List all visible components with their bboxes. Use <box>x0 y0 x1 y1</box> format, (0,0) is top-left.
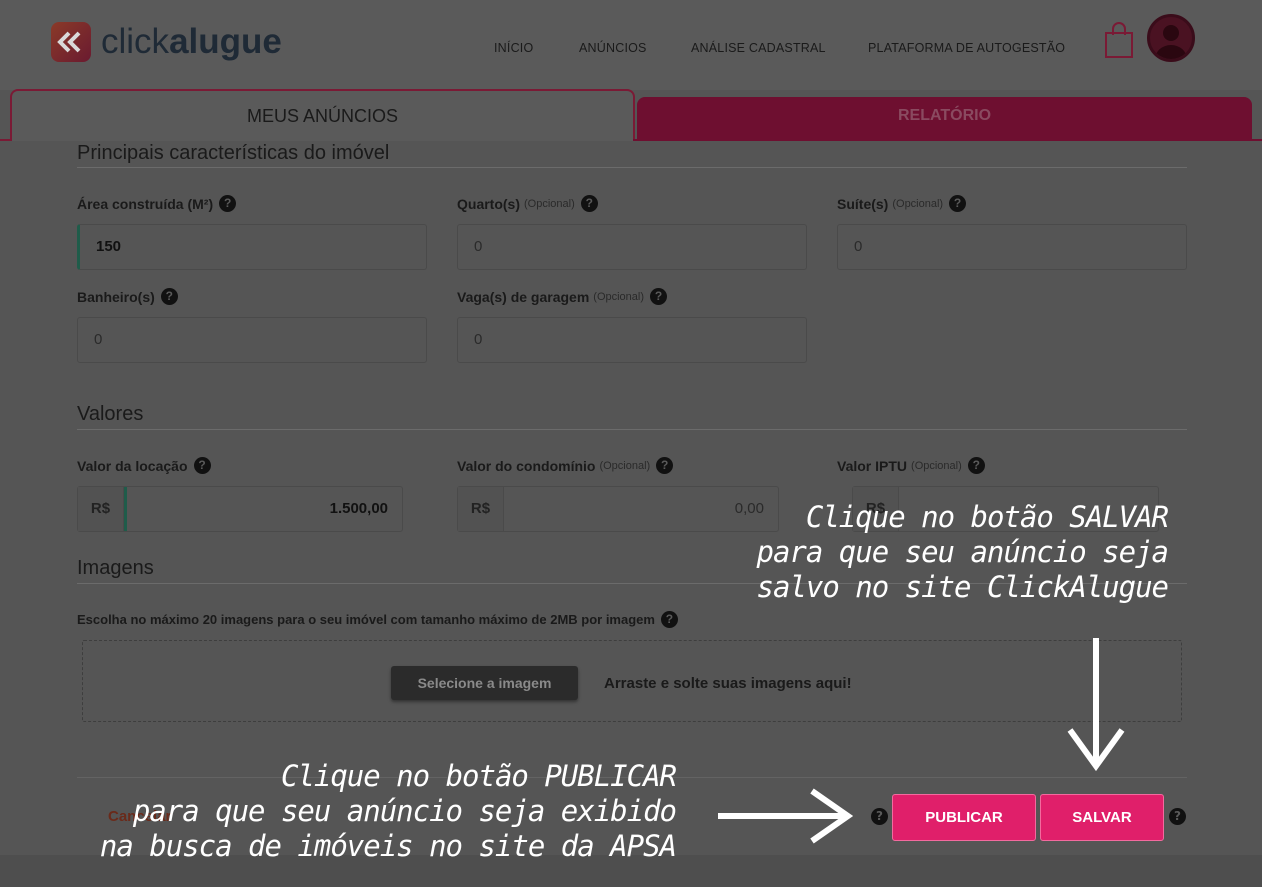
area-label-text: Área construída (M²) <box>77 195 214 212</box>
help-icon[interactable]: ? <box>660 611 678 628</box>
logo-text-light: click <box>101 22 170 61</box>
currency-prefix: R$ <box>78 487 124 531</box>
vagas-label: Vaga(s) de garagem (Opcional) ? <box>457 288 668 305</box>
dropzone-label: Arraste e solte suas imagens aqui! <box>604 675 852 692</box>
optional-tag: (Opcional) <box>892 197 944 210</box>
nav-anuncios[interactable]: ANÚNCIOS <box>579 41 647 55</box>
header: clickalugue INÍCIO ANÚNCIOS ANÁLISE CADA… <box>0 0 1262 90</box>
currency-prefix: R$ <box>458 487 504 531</box>
help-icon[interactable]: ? <box>650 288 668 305</box>
save-button[interactable]: SALVAR <box>1040 794 1164 841</box>
condominio-input[interactable]: R$ 0,00 <box>457 486 779 532</box>
logo-wordmark: clickalugue <box>101 22 282 62</box>
nav-plataforma-autogestao[interactable]: PLATAFORMA DE AUTOGESTÃO <box>868 41 1065 55</box>
publish-instruction-note: Clique no botão PUBLICAR para que seu an… <box>99 759 677 863</box>
help-icon[interactable]: ? <box>219 195 237 212</box>
features-section-title: Principais características do imóvel <box>77 142 390 164</box>
condominio-label-text: Valor do condomínio <box>457 457 596 474</box>
help-icon[interactable]: ? <box>160 288 178 305</box>
nav-analise-cadastral[interactable]: ANÁLISE CADASTRAL <box>691 41 826 55</box>
locacao-value[interactable]: 1.500,00 <box>124 487 402 531</box>
vagas-input[interactable]: 0 <box>457 317 807 363</box>
help-icon[interactable]: ? <box>580 195 598 212</box>
quartos-input[interactable]: 0 <box>457 224 807 270</box>
tab-border <box>0 139 12 141</box>
logo-text-bold: alugue <box>169 22 282 61</box>
quartos-label-text: Quarto(s) <box>457 195 520 212</box>
values-section-title: Valores <box>77 403 144 425</box>
select-image-button[interactable]: Selecione a imagem <box>391 666 578 700</box>
suites-input[interactable]: 0 <box>837 224 1187 270</box>
area-input[interactable]: 150 <box>77 224 427 270</box>
tab-relatorio-label: RELATÓRIO <box>897 107 992 124</box>
quartos-label: Quarto(s) (Opcional) ? <box>457 195 598 212</box>
area-label: Área construída (M²) ? <box>77 195 237 212</box>
banheiros-input[interactable]: 0 <box>77 317 427 363</box>
arrow-down-icon <box>1067 638 1125 772</box>
iptu-label-text: Valor IPTU <box>837 457 908 474</box>
save-instruction-note: Clique no botão SALVAR para que seu anún… <box>756 500 1169 604</box>
iptu-label: Valor IPTU (Opcional) ? <box>837 457 985 474</box>
locacao-label-text: Valor da locação <box>77 457 188 474</box>
suites-label: Suíte(s) (Opcional) ? <box>837 195 967 212</box>
vagas-label-text: Vaga(s) de garagem <box>457 288 590 305</box>
optional-tag: (Opcional) <box>593 290 645 303</box>
help-icon[interactable]: ? <box>949 195 967 212</box>
section-divider <box>77 167 1187 168</box>
optional-tag: (Opcional) <box>524 197 575 210</box>
images-hint-text: Escolha no máximo 20 imagens para o seu … <box>77 612 655 627</box>
suites-label-text: Suíte(s) <box>837 195 889 212</box>
logo-chevrons-icon <box>51 22 91 62</box>
clickalugue-logo[interactable]: clickalugue <box>51 22 282 62</box>
locacao-label: Valor da locação ? <box>77 457 211 474</box>
images-section-title: Imagens <box>77 557 154 579</box>
tab-relatorio[interactable]: RELATÓRIO <box>637 97 1252 139</box>
banheiros-label-text: Banheiro(s) <box>77 288 155 305</box>
user-avatar[interactable] <box>1147 14 1195 62</box>
condominio-label: Valor do condomínio (Opcional) ? <box>457 457 674 474</box>
optional-tag: (Opcional) <box>599 459 651 472</box>
tab-meus-anuncios-label: MEUS ANÚNCIOS <box>246 106 399 126</box>
section-divider <box>77 429 1187 430</box>
save-help-icon[interactable]: ? <box>1169 808 1186 825</box>
shopping-bag-icon[interactable] <box>1104 21 1134 59</box>
images-hint: Escolha no máximo 20 imagens para o seu … <box>77 611 678 628</box>
publish-button[interactable]: PUBLICAR <box>892 794 1036 841</box>
tab-meus-anuncios[interactable]: MEUS ANÚNCIOS <box>10 89 635 141</box>
banheiros-label: Banheiro(s) ? <box>77 288 178 305</box>
publish-help-icon[interactable]: ? <box>871 808 888 825</box>
help-icon[interactable]: ? <box>967 457 985 474</box>
help-icon[interactable]: ? <box>193 457 211 474</box>
nav-inicio[interactable]: INÍCIO <box>494 41 533 55</box>
arrow-right-icon <box>718 788 853 844</box>
condominio-value[interactable]: 0,00 <box>504 487 778 531</box>
optional-tag: (Opcional) <box>911 459 962 472</box>
locacao-input[interactable]: R$ 1.500,00 <box>77 486 403 532</box>
help-icon[interactable]: ? <box>656 457 674 474</box>
tab-border <box>633 139 1262 141</box>
